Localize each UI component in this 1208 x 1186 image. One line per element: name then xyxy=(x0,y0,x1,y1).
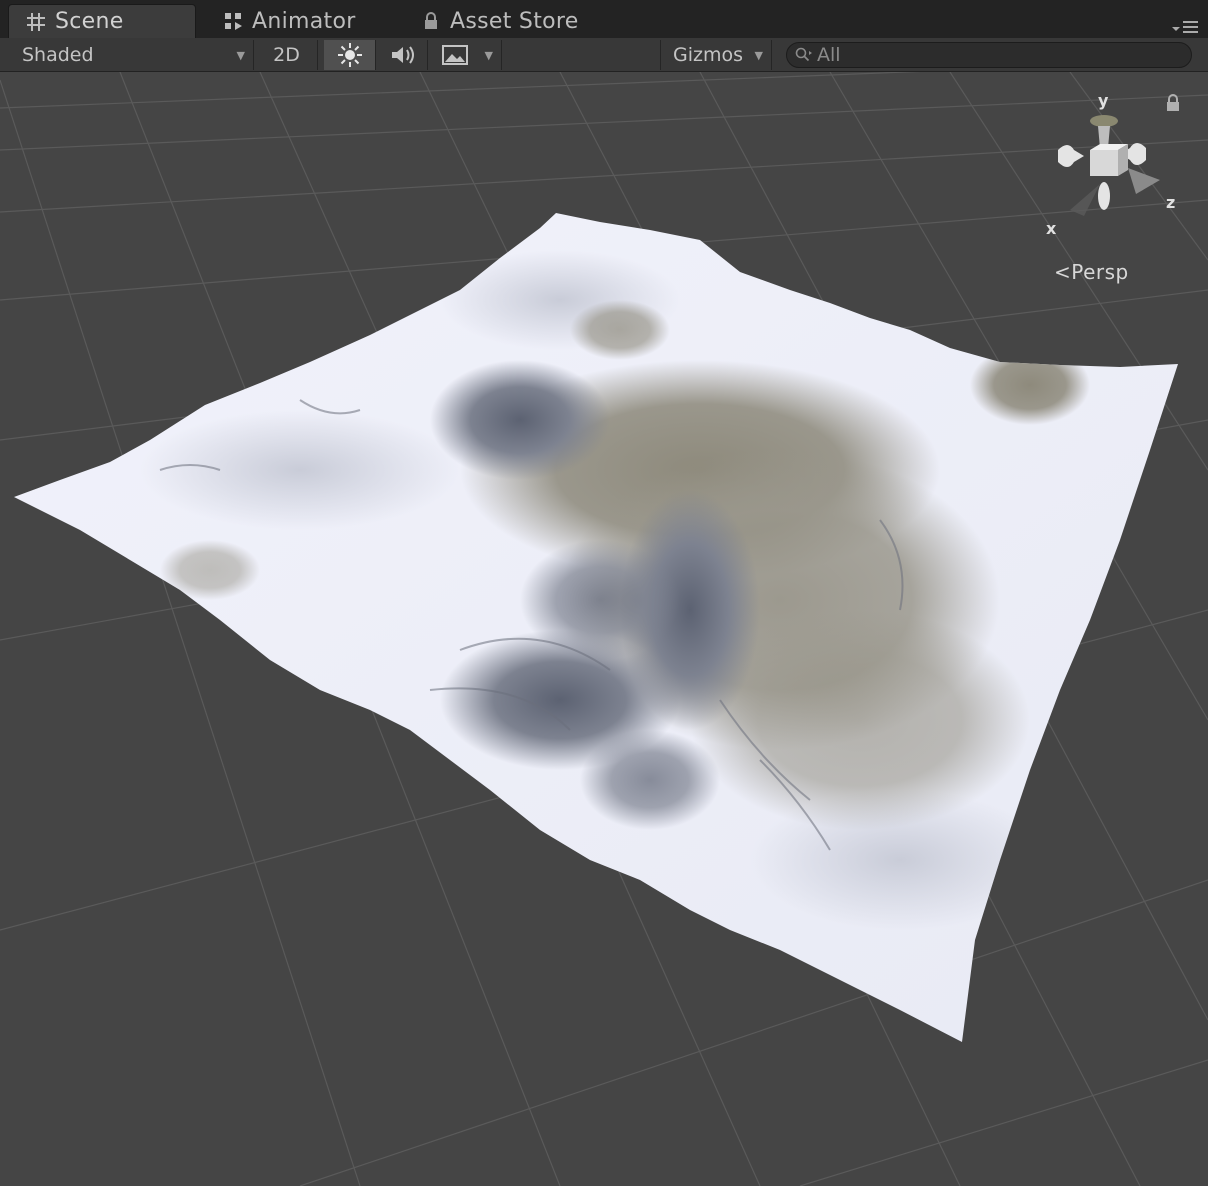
chevron-down-icon: ▼ xyxy=(754,49,763,62)
store-lock-icon xyxy=(425,12,437,29)
orientation-gizmo[interactable]: y z x xyxy=(1040,88,1180,238)
sun-icon xyxy=(337,43,362,67)
axis-z-label: z xyxy=(1166,193,1175,212)
gizmos-dropdown[interactable]: Gizmos ▼ xyxy=(660,40,772,70)
animator-icon xyxy=(225,13,242,30)
projection-label: Persp xyxy=(1071,260,1129,284)
panel-menu-icon[interactable] xyxy=(1172,20,1198,34)
image-effects-icon xyxy=(442,45,468,65)
audio-toggle-button[interactable] xyxy=(378,40,428,70)
axis-x-label: x xyxy=(1046,219,1057,238)
projection-toggle[interactable]: <Persp xyxy=(1054,260,1129,284)
scene-toolbar: Shaded ▼ 2D ▼ Gizmos ▼ xyxy=(0,38,1208,72)
chevron-down-icon: ▼ xyxy=(236,49,245,62)
tab-asset-store[interactable]: Asset Store xyxy=(404,4,604,38)
chevron-left-icon: < xyxy=(1054,260,1072,284)
tab-animator[interactable]: Animator xyxy=(206,4,396,38)
chevron-down-icon: ▼ xyxy=(484,49,493,62)
scene-search-field[interactable] xyxy=(786,42,1192,68)
search-input[interactable] xyxy=(813,44,1177,66)
speaker-icon xyxy=(391,46,414,64)
scene-render xyxy=(0,72,1208,1186)
terrain-mesh xyxy=(14,213,1178,1042)
scene-viewport[interactable]: y z x <Persp xyxy=(0,72,1208,1186)
toggle-2d-button[interactable]: 2D xyxy=(256,40,318,70)
shading-mode-label: Shaded xyxy=(22,44,94,66)
lock-icon[interactable] xyxy=(1165,94,1181,112)
lighting-toggle-button[interactable] xyxy=(324,40,376,70)
effects-dropdown[interactable]: ▼ xyxy=(430,40,502,70)
shading-mode-dropdown[interactable]: Shaded ▼ xyxy=(10,40,254,70)
grid-icon xyxy=(27,12,45,31)
search-icon xyxy=(795,47,812,62)
tab-asset-store-label: Asset Store xyxy=(450,8,579,34)
tab-scene[interactable]: Scene xyxy=(8,4,196,38)
toggle-2d-label: 2D xyxy=(273,44,300,66)
gizmos-label: Gizmos xyxy=(673,44,744,66)
window-tab-bar: Scene Animator Asset Store xyxy=(0,0,1208,38)
tab-animator-label: Animator xyxy=(252,8,356,34)
tab-scene-label: Scene xyxy=(55,9,124,34)
axis-y-label: y xyxy=(1098,91,1109,110)
